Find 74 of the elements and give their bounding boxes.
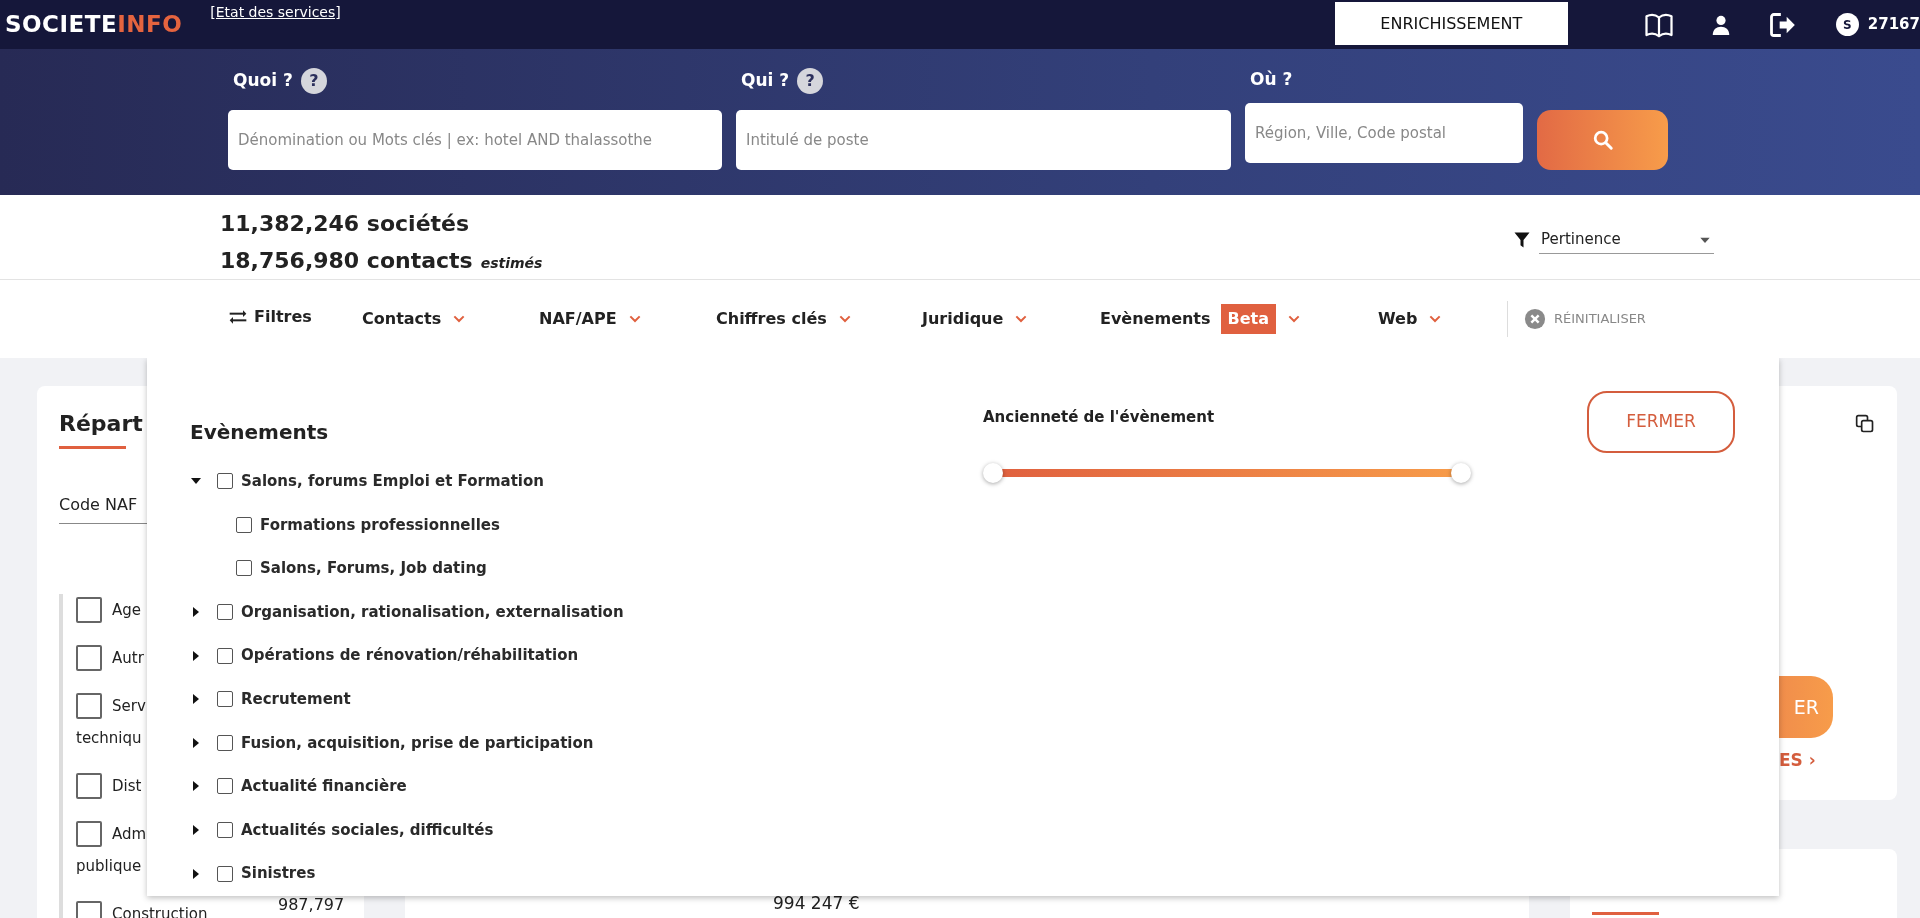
event-label: Organisation, rationalisation, externalisation [241,601,624,623]
help-icon[interactable]: ? [300,68,327,94]
event-label: Opérations de rénovation/réhabilitation [241,645,579,667]
event-label: Fusion, acquisition, prise de participation [241,732,594,754]
funnel-icon [1513,231,1531,249]
amount-value: 994 247 € [773,892,861,915]
filter-tab[interactable]: Juridique [922,307,1030,331]
filter-tab[interactable]: Web [1378,307,1444,331]
help-icon[interactable]: ? [797,68,824,94]
checkbox[interactable] [217,822,233,839]
event-label: Recrutement [241,689,351,710]
checkbox[interactable] [217,734,233,751]
event-label: Salons, Forums, Job dating [260,558,487,580]
event-label: Actualités sociales, difficultés [241,819,494,841]
reset-button[interactable]: RÉINITIALISER [1507,301,1646,337]
filter-tab[interactable]: Chiffres clés [716,307,853,331]
contacts-count: 18,756,980 contacts [220,247,473,275]
category-count: 987,797 [278,896,345,914]
checkbox[interactable] [217,604,233,621]
search-icon [1591,129,1614,151]
checkbox[interactable] [217,865,233,882]
close-button[interactable]: FERMER [1587,391,1735,453]
checkbox[interactable] [217,691,233,708]
checkbox[interactable] [76,773,102,799]
checkbox[interactable] [76,821,102,847]
beta-badge: Beta [1220,304,1277,334]
slider-thumb[interactable] [1451,462,1471,483]
filter-tab[interactable]: Contacts [362,307,468,331]
more-link[interactable]: ES › [1779,748,1897,774]
logo[interactable]: SOCIETEINFO [0,7,183,42]
event-label: Actualité financière [241,776,407,798]
event-label: Salons, forums Emploi et Formation [241,471,544,493]
sort-select[interactable]: Pertinence [1539,226,1714,254]
search-field[interactable]: Dénomination ou Mots clés | ex: hotel AND thalassothe [228,110,722,170]
category-label: publique [76,856,142,877]
event-label: Formations professionnelles [260,514,500,536]
checkbox[interactable] [217,778,233,795]
companies-count: 11,382,246 sociétés [220,210,471,238]
slider-thumb[interactable] [983,462,1003,483]
checkbox[interactable] [76,693,102,719]
filter-tab[interactable]: Evènements Beta [1100,304,1303,334]
estimate-note: estimés [480,254,543,273]
avatar[interactable]: S [1835,13,1859,36]
filter-title: Ancienneté de l'évènement [983,407,1216,428]
event-label: Sinistres [241,863,316,885]
category-label: Autr [112,648,144,669]
category-label: Age [112,600,141,621]
clear-icon [1524,308,1546,330]
category-label: techniqu [76,728,142,749]
filter-tab[interactable]: NAF/APE [539,307,643,331]
copy-icon[interactable] [1855,414,1875,434]
filters-button[interactable]: Filtres [226,305,312,329]
field-label: Qui ? [741,69,790,93]
field-label: Où ? [1250,68,1293,92]
logout-icon[interactable] [1767,10,1796,39]
credits-count: 27167 [1867,14,1920,36]
category-label: Dist [112,776,142,797]
category-label: Serv [112,696,146,717]
status-link[interactable]: [Etat des services] [210,2,341,23]
card-title: Répart [59,410,143,438]
checkbox[interactable] [236,516,252,533]
search-field[interactable]: Région, Ville, Code postal [1245,103,1523,163]
checkbox[interactable] [217,473,233,490]
checkbox[interactable] [217,647,233,664]
checkbox[interactable] [76,597,102,623]
field-label: Quoi ? [233,69,293,93]
category-label: Adm [112,824,147,845]
checkbox[interactable] [236,560,252,577]
enrich-button[interactable]: ENRICHISSEMENT [1332,0,1570,47]
search-button[interactable] [1537,110,1668,170]
panel-title: Evènements [190,419,330,446]
search-field[interactable]: Intitulé de poste [736,110,1231,170]
checkbox[interactable] [76,645,102,671]
range-slider[interactable] [983,462,1471,483]
